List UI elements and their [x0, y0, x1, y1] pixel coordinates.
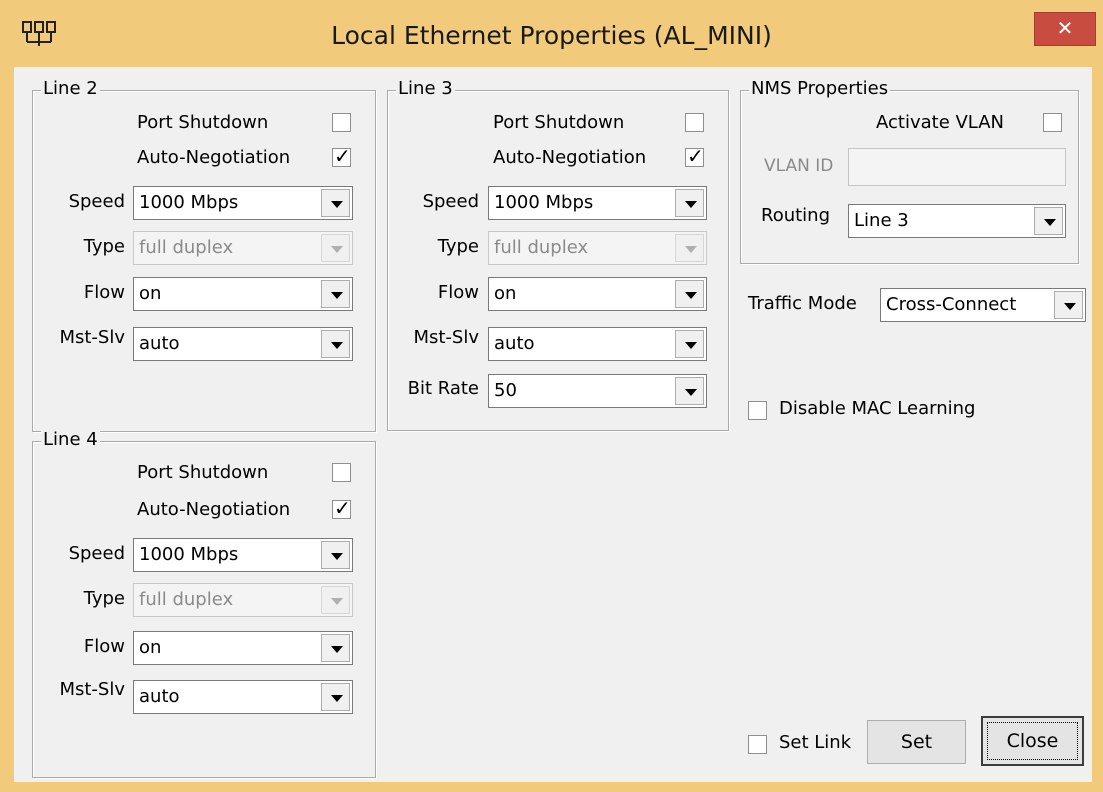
line3-group: Line 3 Port Shutdown Auto-Negotiation ✓ … [387, 78, 729, 431]
activate-vlan-checkbox[interactable] [1043, 113, 1062, 132]
vlan-id-label: VLAN ID [764, 156, 834, 176]
line4-mst-slv-label: Mst-Slv [59, 679, 125, 700]
chevron-down-icon [321, 541, 350, 569]
line2-speed-dropdown[interactable]: 1000 Mbps [133, 186, 353, 220]
line4-auto-negotiation-label: Auto-Negotiation [137, 499, 291, 520]
chevron-down-icon [321, 634, 350, 662]
line2-type-label: Type [83, 236, 125, 257]
chevron-down-icon [675, 234, 704, 262]
line3-auto-negotiation-label: Auto-Negotiation [493, 147, 647, 168]
chevron-down-icon [675, 280, 704, 308]
window-title: Local Ethernet Properties (AL_MINI) [331, 21, 772, 50]
line2-group: Line 2 Port Shutdown Auto-Negotiation ✓ … [32, 78, 376, 432]
line4-mst-slv-dropdown[interactable]: auto [133, 680, 353, 714]
disable-mac-learning-label: Disable MAC Learning [779, 398, 976, 419]
line2-flow-label: Flow [83, 282, 125, 303]
traffic-mode-dropdown[interactable]: Cross-Connect [880, 288, 1086, 322]
focus-rectangle [987, 722, 1078, 760]
line2-auto-negotiation-checkbox[interactable]: ✓ [332, 144, 351, 168]
chevron-down-icon [321, 586, 350, 614]
line2-type-dropdown: full duplex [133, 231, 353, 265]
line3-speed-label: Speed [422, 191, 479, 212]
vlan-id-input [848, 148, 1066, 186]
chevron-down-icon [675, 330, 704, 358]
chevron-down-icon [1034, 207, 1063, 235]
line3-group-title: Line 3 [396, 78, 455, 100]
checkmark-icon: ✓ [334, 144, 351, 168]
close-window-button[interactable]: ✕ [1034, 12, 1096, 46]
line3-mst-slv-label: Mst-Slv [413, 327, 479, 348]
line4-speed-dropdown[interactable]: 1000 Mbps [133, 538, 353, 572]
line4-port-shutdown-label: Port Shutdown [137, 462, 269, 483]
line3-port-shutdown-checkbox[interactable] [685, 113, 704, 132]
disable-mac-learning-checkbox[interactable] [748, 401, 767, 420]
line2-flow-dropdown[interactable]: on [133, 277, 353, 311]
line2-mst-slv-label: Mst-Slv [59, 327, 125, 348]
close-button[interactable]: Close [981, 716, 1084, 766]
nms-properties-group: NMS Properties Activate VLAN VLAN ID Rou… [740, 78, 1079, 264]
chevron-down-icon [321, 683, 350, 711]
chevron-down-icon [321, 189, 350, 217]
line2-auto-negotiation-label: Auto-Negotiation [137, 147, 291, 168]
chevron-down-icon [321, 234, 350, 262]
line2-port-shutdown-label: Port Shutdown [137, 112, 269, 133]
set-link-label: Set Link [779, 732, 852, 753]
line4-group-title: Line 4 [41, 429, 100, 451]
line3-speed-dropdown[interactable]: 1000 Mbps [488, 186, 707, 220]
set-button[interactable]: Set [867, 720, 966, 764]
checkmark-icon: ✓ [687, 144, 704, 168]
line4-auto-negotiation-checkbox[interactable]: ✓ [332, 496, 351, 520]
line4-group: Line 4 Port Shutdown Auto-Negotiation ✓ … [32, 429, 376, 778]
routing-label: Routing [761, 205, 831, 226]
line3-bit-rate-dropdown[interactable]: 50 [488, 374, 707, 408]
line4-flow-label: Flow [83, 636, 125, 657]
line4-speed-label: Speed [68, 543, 125, 564]
dialog-window: Local Ethernet Properties (AL_MINI) ✕ Li… [0, 0, 1103, 792]
chevron-down-icon [675, 377, 704, 405]
line2-mst-slv-dropdown[interactable]: auto [133, 327, 353, 361]
set-link-checkbox[interactable] [748, 735, 767, 754]
routing-dropdown[interactable]: Line 3 [848, 204, 1066, 238]
line4-type-label: Type [83, 588, 125, 609]
traffic-mode-label: Traffic Mode [748, 293, 857, 314]
chevron-down-icon [321, 280, 350, 308]
line3-auto-negotiation-checkbox[interactable]: ✓ [685, 144, 704, 168]
line4-flow-dropdown[interactable]: on [133, 631, 353, 665]
checkmark-icon: ✓ [334, 496, 351, 520]
close-icon: ✕ [1056, 16, 1074, 40]
line2-group-title: Line 2 [41, 78, 100, 100]
nms-group-title: NMS Properties [749, 78, 891, 100]
chevron-down-icon [675, 189, 704, 217]
line3-type-dropdown: full duplex [488, 231, 707, 265]
chevron-down-icon [321, 330, 350, 358]
line3-port-shutdown-label: Port Shutdown [493, 112, 625, 133]
line3-flow-dropdown[interactable]: on [488, 277, 707, 311]
line2-speed-label: Speed [68, 191, 125, 212]
chevron-down-icon [1054, 291, 1083, 319]
line4-port-shutdown-checkbox[interactable] [332, 463, 351, 482]
line3-mst-slv-dropdown[interactable]: auto [488, 327, 707, 361]
line2-port-shutdown-checkbox[interactable] [332, 113, 351, 132]
dialog-body: Line 2 Port Shutdown Auto-Negotiation ✓ … [14, 67, 1092, 782]
line3-bit-rate-label: Bit Rate [407, 378, 479, 399]
activate-vlan-label: Activate VLAN [876, 112, 1005, 133]
line4-type-dropdown: full duplex [133, 583, 353, 617]
line3-flow-label: Flow [437, 282, 479, 303]
title-bar[interactable]: Local Ethernet Properties (AL_MINI) ✕ [0, 0, 1103, 64]
line3-type-label: Type [437, 236, 479, 257]
